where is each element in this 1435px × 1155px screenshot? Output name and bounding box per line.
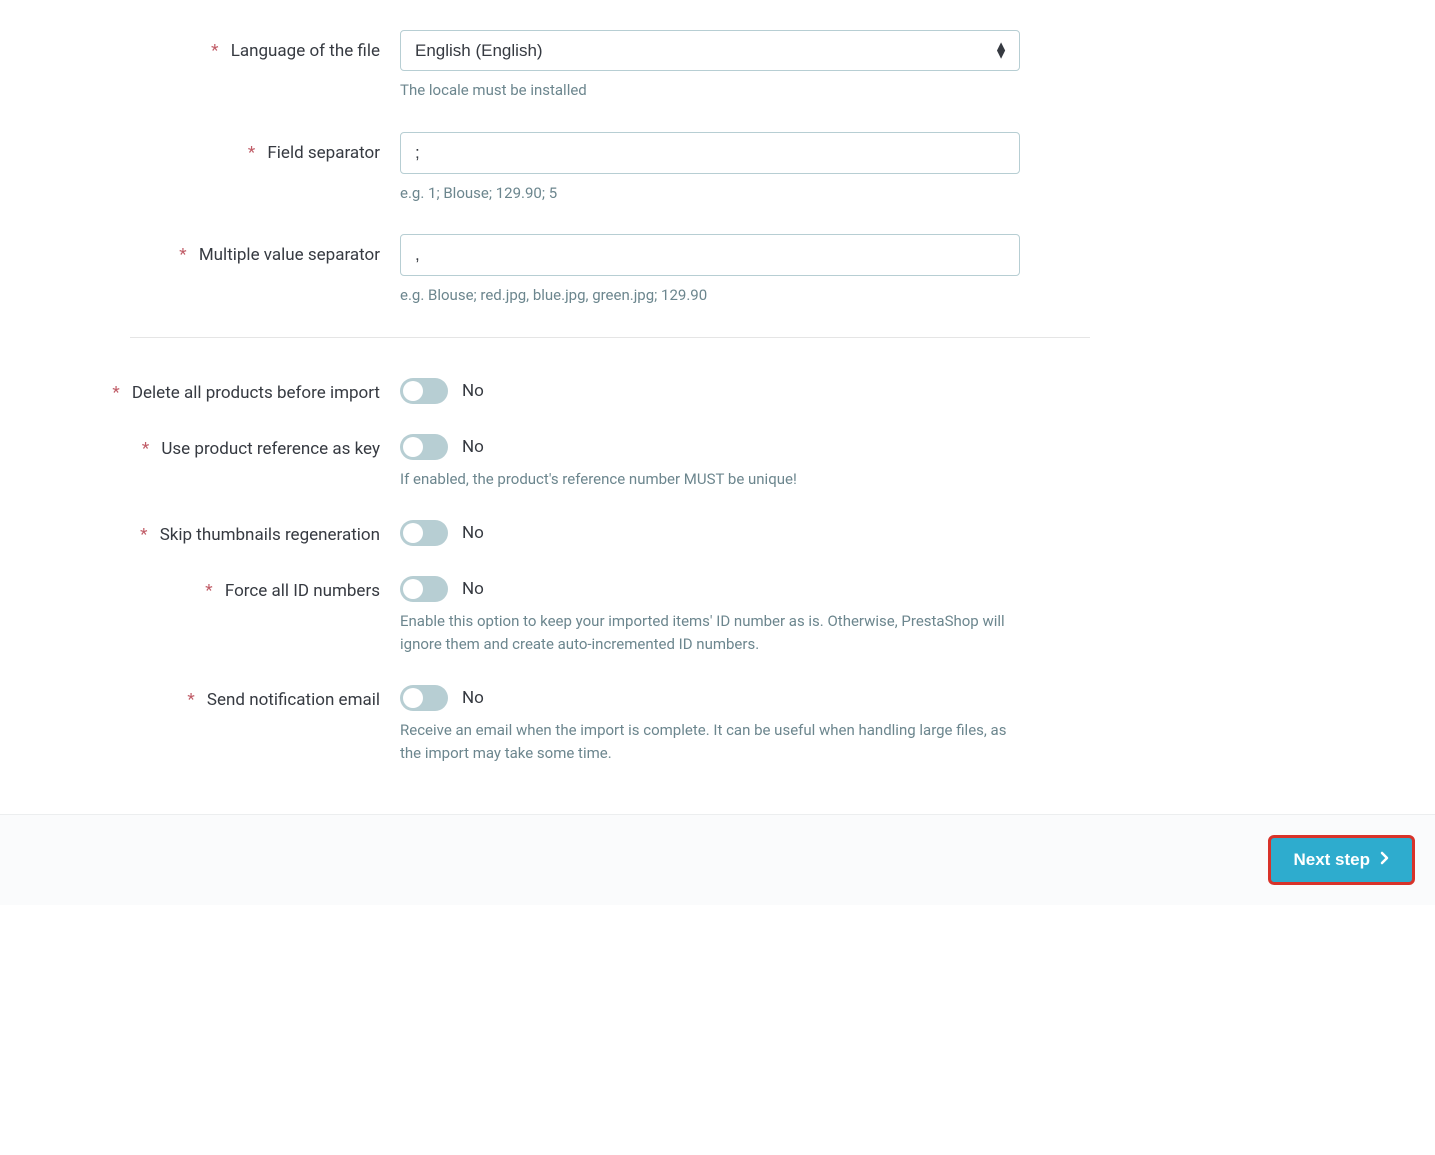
send-email-state: No	[462, 688, 484, 708]
language-select[interactable]: English (English)	[400, 30, 1020, 71]
chevron-right-icon	[1380, 850, 1390, 870]
force-id-control-wrap: No Enable this option to keep your impor…	[400, 576, 1020, 655]
use-reference-group: * Use product reference as key No If ena…	[60, 434, 1140, 491]
use-reference-toggle[interactable]	[400, 434, 448, 460]
import-settings-form: * Language of the file English (English)…	[0, 0, 1200, 764]
delete-products-state: No	[462, 381, 484, 401]
skip-thumbnails-state: No	[462, 523, 484, 543]
field-separator-group: * Field separator e.g. 1; Blouse; 129.90…	[60, 132, 1140, 205]
required-mark: *	[142, 439, 149, 459]
use-reference-label: * Use product reference as key	[60, 434, 400, 460]
required-mark: *	[112, 383, 119, 403]
force-id-toggle-row: No	[400, 576, 1020, 602]
section-divider	[130, 337, 1090, 338]
toggle-knob	[403, 688, 423, 708]
required-mark: *	[179, 245, 186, 265]
force-id-toggle[interactable]	[400, 576, 448, 602]
use-reference-label-text: Use product reference as key	[161, 439, 380, 459]
delete-products-label: * Delete all products before import	[60, 378, 400, 404]
send-email-control-wrap: No Receive an email when the import is c…	[400, 685, 1020, 764]
toggle-knob	[403, 579, 423, 599]
skip-thumbnails-toggle-row: No	[400, 520, 1020, 546]
force-id-group: * Force all ID numbers No Enable this op…	[60, 576, 1140, 655]
send-email-help-text: Receive an email when the import is comp…	[400, 719, 1020, 764]
multiple-value-separator-control-wrap: e.g. Blouse; red.jpg, blue.jpg, green.jp…	[400, 234, 1020, 307]
send-email-label: * Send notification email	[60, 685, 400, 711]
language-label-text: Language of the file	[231, 41, 380, 61]
use-reference-help-text: If enabled, the product's reference numb…	[400, 468, 1020, 491]
delete-products-group: * Delete all products before import No	[60, 378, 1140, 404]
language-field-group: * Language of the file English (English)…	[60, 30, 1140, 102]
force-id-state: No	[462, 579, 484, 599]
multiple-value-separator-group: * Multiple value separator e.g. Blouse; …	[60, 234, 1140, 307]
delete-products-toggle-row: No	[400, 378, 1020, 404]
field-separator-input[interactable]	[400, 132, 1020, 174]
toggle-knob	[403, 523, 423, 543]
required-mark: *	[205, 581, 212, 601]
toggle-knob	[403, 437, 423, 457]
next-step-button[interactable]: Next step	[1268, 835, 1415, 885]
skip-thumbnails-toggle[interactable]	[400, 520, 448, 546]
use-reference-control-wrap: No If enabled, the product's reference n…	[400, 434, 1020, 491]
use-reference-toggle-row: No	[400, 434, 1020, 460]
multiple-value-separator-help-text: e.g. Blouse; red.jpg, blue.jpg, green.jp…	[400, 284, 1020, 307]
delete-products-control-wrap: No	[400, 378, 1020, 404]
send-email-toggle[interactable]	[400, 685, 448, 711]
footer-bar: Next step	[0, 814, 1435, 905]
force-id-label-text: Force all ID numbers	[225, 581, 380, 601]
field-separator-label: * Field separator	[60, 132, 400, 164]
send-email-label-text: Send notification email	[207, 690, 380, 710]
skip-thumbnails-group: * Skip thumbnails regeneration No	[60, 520, 1140, 546]
delete-products-toggle[interactable]	[400, 378, 448, 404]
language-control-wrap: English (English) ▲ ▼ The locale must be…	[400, 30, 1020, 102]
required-mark: *	[248, 143, 255, 163]
delete-products-label-text: Delete all products before import	[132, 383, 380, 403]
field-separator-label-text: Field separator	[267, 143, 380, 163]
skip-thumbnails-label-text: Skip thumbnails regeneration	[160, 525, 380, 545]
required-mark: *	[187, 690, 194, 710]
field-separator-help-text: e.g. 1; Blouse; 129.90; 5	[400, 182, 1020, 205]
force-id-label: * Force all ID numbers	[60, 576, 400, 602]
skip-thumbnails-control-wrap: No	[400, 520, 1020, 546]
multiple-value-separator-label-text: Multiple value separator	[199, 245, 380, 265]
skip-thumbnails-label: * Skip thumbnails regeneration	[60, 520, 400, 546]
send-email-group: * Send notification email No Receive an …	[60, 685, 1140, 764]
toggle-knob	[403, 381, 423, 401]
required-mark: *	[211, 41, 218, 61]
language-help-text: The locale must be installed	[400, 79, 1020, 102]
force-id-help-text: Enable this option to keep your imported…	[400, 610, 1020, 655]
language-select-wrapper: English (English) ▲ ▼	[400, 30, 1020, 71]
field-separator-control-wrap: e.g. 1; Blouse; 129.90; 5	[400, 132, 1020, 205]
send-email-toggle-row: No	[400, 685, 1020, 711]
required-mark: *	[140, 525, 147, 545]
multiple-value-separator-input[interactable]	[400, 234, 1020, 276]
next-step-button-label: Next step	[1293, 850, 1370, 870]
multiple-value-separator-label: * Multiple value separator	[60, 234, 400, 266]
language-label: * Language of the file	[60, 30, 400, 62]
use-reference-state: No	[462, 437, 484, 457]
